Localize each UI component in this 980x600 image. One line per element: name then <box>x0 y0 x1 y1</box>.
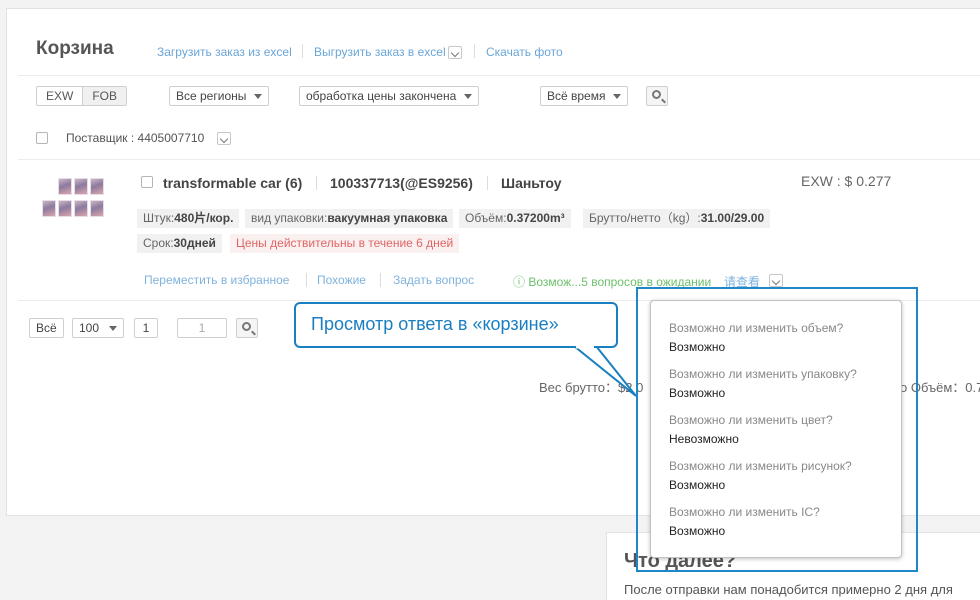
answer-text: Возможно <box>669 524 726 538</box>
callout-text: Просмотр ответа в «корзине» <box>311 314 559 334</box>
answer-text: Возможно <box>669 340 726 354</box>
question-text: Возможно ли изменить рисунок? <box>669 459 852 473</box>
question-text: Возможно ли изменить упаковку? <box>669 367 857 381</box>
question-text: Возможно ли изменить цвет? <box>669 413 833 427</box>
question-text: Возможно ли изменить объем? <box>669 321 844 335</box>
answer-text: Невозможно <box>669 432 739 446</box>
answer-text: Возможно <box>669 478 726 492</box>
answer-text: Возможно <box>669 386 726 400</box>
question-text: Возможно ли изменить IC? <box>669 505 820 519</box>
answers-popup <box>650 300 902 558</box>
